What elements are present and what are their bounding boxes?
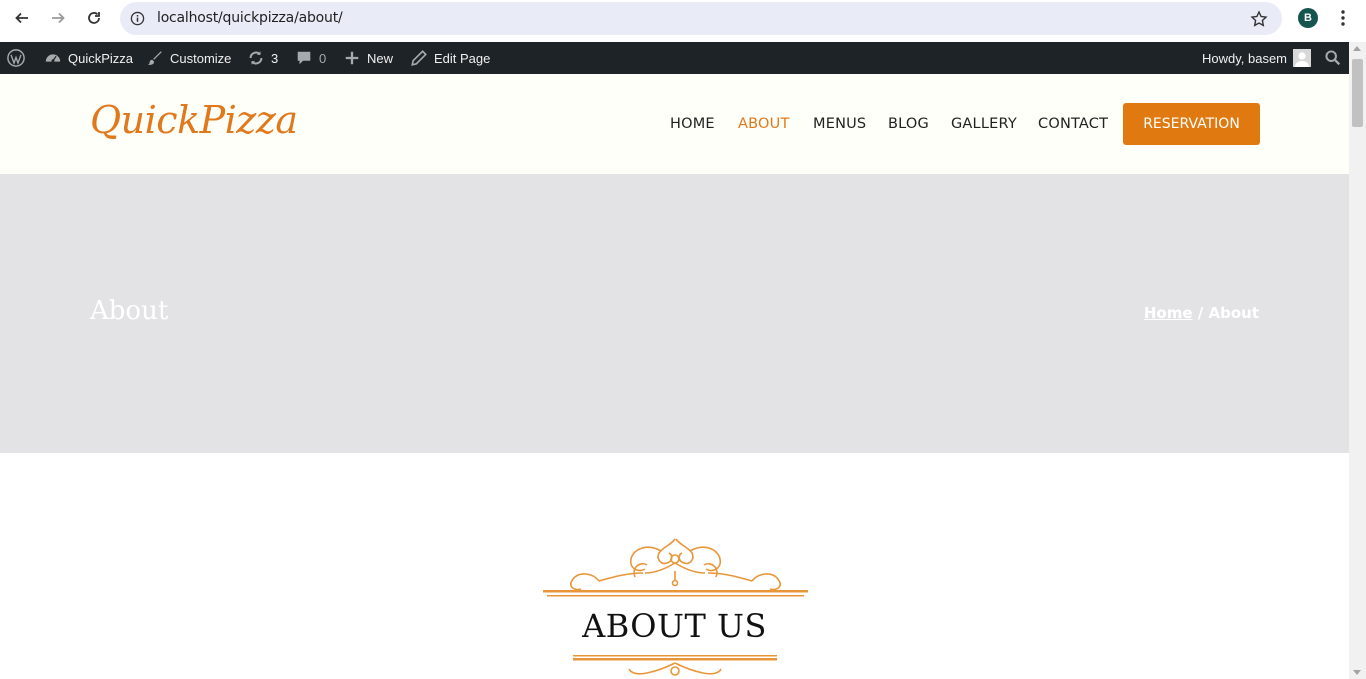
wp-logo-menu[interactable]	[7, 42, 25, 74]
scroll-thumb[interactable]	[1352, 59, 1363, 127]
pencil-icon	[411, 50, 427, 66]
nav-contact[interactable]: CONTACT	[1038, 116, 1108, 132]
account-menu[interactable]: Howdy, basem	[1202, 42, 1312, 74]
url-text[interactable]: localhost/quickpizza/about/	[157, 10, 343, 26]
address-bar[interactable]: localhost/quickpizza/about/	[120, 2, 1282, 35]
new-content-menu[interactable]: New	[343, 42, 393, 74]
dashboard-icon	[45, 54, 61, 63]
bookmark-star-icon[interactable]	[1250, 10, 1268, 28]
comment-bubble-icon	[297, 51, 311, 65]
comments-link[interactable]: 0	[295, 42, 326, 74]
paintbrush-icon	[147, 51, 162, 65]
site-header: QuickPizza HOME ABOUT MENUS BLOG GALLERY…	[0, 74, 1349, 174]
browser-toolbar: localhost/quickpizza/about/ B	[0, 0, 1366, 42]
nav-home[interactable]: HOME	[670, 116, 715, 132]
avatar	[1293, 49, 1312, 67]
section-title: ABOUT US	[582, 607, 767, 645]
breadcrumb-current: About	[1208, 304, 1259, 322]
nav-menus[interactable]: MENUS	[813, 116, 866, 132]
edit-page-label: Edit Page	[434, 50, 491, 66]
nav-blog[interactable]: BLOG	[888, 116, 929, 132]
wp-admin-bar: QuickPizza Customize 3 0 New Edit Page H…	[0, 42, 1366, 74]
comments-count: 0	[319, 50, 327, 66]
site-name-menu[interactable]: QuickPizza	[44, 42, 133, 74]
about-section: ABOUT US	[0, 453, 1349, 679]
user-silhouette-icon	[1295, 52, 1310, 67]
back-button[interactable]	[11, 7, 33, 29]
page-scrollbar[interactable]	[1349, 42, 1366, 679]
reload-icon	[88, 12, 100, 24]
new-label: New	[367, 50, 394, 66]
wordpress-icon	[7, 49, 25, 67]
arrow-right-icon	[52, 12, 65, 24]
scroll-up-arrow-icon[interactable]	[1353, 46, 1361, 51]
reservation-button[interactable]: RESERVATION	[1123, 103, 1260, 145]
plus-icon	[345, 51, 359, 65]
more-menu-icon[interactable]	[1336, 8, 1350, 28]
site-logo[interactable]: QuickPizza	[90, 98, 298, 142]
site-name-label: QuickPizza	[68, 50, 134, 66]
updates-icon	[249, 51, 263, 65]
edit-page-link[interactable]: Edit Page	[410, 42, 490, 74]
nav-gallery[interactable]: GALLERY	[951, 116, 1017, 132]
search-icon	[1325, 50, 1341, 66]
forward-button[interactable]	[47, 7, 69, 29]
greeting-label: Howdy, basem	[1202, 50, 1288, 66]
scroll-down-arrow-icon[interactable]	[1353, 670, 1361, 675]
profile-avatar[interactable]: B	[1298, 8, 1318, 28]
arrow-left-icon	[15, 12, 28, 24]
reload-button[interactable]	[83, 7, 105, 29]
customize-label: Customize	[170, 50, 232, 66]
page-hero: About Home / About	[0, 174, 1349, 453]
admin-search-button[interactable]	[1324, 42, 1342, 74]
breadcrumb: Home / About	[1144, 304, 1259, 322]
customize-link[interactable]: Customize	[146, 42, 231, 74]
page-title: About	[90, 296, 169, 326]
updates-link[interactable]: 3	[247, 42, 278, 74]
info-icon[interactable]	[130, 11, 145, 26]
updates-count: 3	[271, 50, 279, 66]
breadcrumb-home-link[interactable]: Home	[1144, 304, 1193, 322]
breadcrumb-separator: /	[1192, 304, 1209, 322]
nav-about[interactable]: ABOUT	[738, 116, 790, 132]
